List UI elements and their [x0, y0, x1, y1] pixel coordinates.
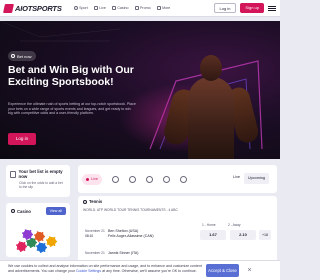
- tennis-icon[interactable]: [145, 175, 153, 183]
- ball-icon: [73, 6, 78, 10]
- bet-now-badge: Bet now: [8, 51, 37, 61]
- nav-label: Sport: [79, 6, 88, 10]
- casino-chip: [36, 242, 47, 253]
- bet-slip-panel: Your bet list is empty now Click on the …: [6, 165, 70, 197]
- badge-label: Bet now: [17, 53, 32, 59]
- cookie-message: We use cookies to collect and analyse in…: [8, 264, 204, 273]
- sport-icons: [111, 175, 187, 183]
- brand-logo[interactable]: AIOTSPORTS: [3, 0, 62, 17]
- brand-name: AIOTSPORTS: [15, 3, 62, 13]
- hero-banner: [0, 21, 280, 159]
- casino-view-all-button[interactable]: View all: [45, 207, 66, 215]
- bet-slip-title: Your bet list is empty now: [18, 169, 63, 179]
- casino-chip: [22, 229, 33, 240]
- casino-chips-image[interactable]: [14, 227, 62, 257]
- nav-item-live[interactable]: Live: [93, 6, 106, 10]
- match-teams[interactable]: Ben Shelton (USA) Felix Auger-Aliassime …: [108, 229, 154, 239]
- cookie-settings-link[interactable]: Cookie Settings: [76, 269, 101, 273]
- live-icon: [93, 6, 98, 10]
- football-icon[interactable]: [111, 175, 119, 183]
- ball-icon: [11, 54, 15, 58]
- team-2: Felix Auger-Aliassime (CAN): [108, 233, 154, 238]
- grid-icon: [156, 6, 161, 10]
- nav-label: Live: [99, 6, 106, 10]
- col-away-header: 2 - Away: [228, 223, 241, 227]
- accept-close-button[interactable]: Accept & Close: [206, 264, 239, 277]
- more-markets-button[interactable]: +18: [259, 230, 271, 240]
- casino-panel: Casino View all: [6, 203, 70, 257]
- nav-label: Promo: [140, 6, 151, 10]
- hero-title: Bet and Win Big with Our Exciting Sports…: [8, 64, 134, 88]
- athlete-image: [188, 77, 234, 159]
- nav-item-casino[interactable]: Casino: [111, 6, 129, 10]
- hero-login-button[interactable]: Log in: [8, 133, 36, 145]
- header-actions: Log in Sign up: [213, 3, 276, 13]
- nav-item-promo[interactable]: Promo: [134, 6, 151, 10]
- match-date: November 21: [85, 251, 105, 255]
- tournament-name: WORLD. ATP WORLD TOUR TENNIS TOURNAMENTS…: [83, 208, 178, 212]
- match-teams[interactable]: Jannik Sinner (ITA): [108, 251, 139, 256]
- cookie-banner: We use cookies to collect and analyse in…: [0, 260, 280, 280]
- main-nav: Sport Live Casino Promo More: [73, 6, 171, 10]
- tennis-icon: [83, 199, 87, 204]
- live-dot-icon: [86, 177, 89, 181]
- match-row: November 21 08:10 Ben Shelton (USA) Feli…: [78, 228, 277, 244]
- nav-label: Casino: [117, 6, 129, 10]
- match-time: 08:10: [85, 233, 94, 238]
- ticket-icon: [10, 170, 16, 178]
- casino-chip: [46, 236, 57, 247]
- live-filter-pill[interactable]: Live: [82, 173, 102, 185]
- cookie-text-2: at any time. Otherwise, we'll assume you…: [102, 268, 197, 273]
- close-icon[interactable]: ×: [245, 266, 254, 275]
- dice-icon: [11, 209, 15, 213]
- tennis-title: Tennis: [89, 199, 103, 204]
- odd-home-button[interactable]: 1.67: [200, 230, 226, 240]
- bet-slip-hint: Click on the odds to add a bet to the sl…: [19, 181, 63, 190]
- top-header: AIOTSPORTS Sport Live Casino Promo More …: [0, 0, 280, 17]
- team-1: Jannik Sinner (ITA): [108, 251, 139, 255]
- dice-icon: [111, 6, 116, 10]
- hero-description: Experience the ultimate rush of sports b…: [8, 102, 136, 116]
- hockey-icon[interactable]: [179, 175, 187, 183]
- odd-away-button[interactable]: 2.10: [230, 230, 256, 240]
- nav-item-more[interactable]: More: [156, 6, 171, 10]
- live-pill-label: Live: [91, 177, 98, 181]
- volleyball-icon[interactable]: [162, 175, 170, 183]
- basketball-icon[interactable]: [128, 175, 136, 183]
- hamburger-menu-icon[interactable]: [268, 4, 276, 12]
- filter-live-tab[interactable]: Live: [233, 175, 240, 179]
- casino-chip: [34, 231, 45, 242]
- col-home-header: 1 - Home: [202, 223, 216, 227]
- athlete-image: [200, 55, 222, 81]
- nav-item-sport[interactable]: Sport: [73, 6, 88, 10]
- nav-label: More: [162, 6, 171, 10]
- logo-mark-icon: [3, 3, 14, 13]
- casino-title: Casino: [17, 208, 31, 214]
- login-button[interactable]: Log in: [213, 3, 237, 13]
- filter-upcoming-tab[interactable]: Upcoming: [243, 173, 269, 184]
- sports-filter-bar: Live Live Upcoming: [78, 165, 277, 193]
- gift-icon: [134, 6, 139, 10]
- signup-button[interactable]: Sign up: [240, 3, 264, 13]
